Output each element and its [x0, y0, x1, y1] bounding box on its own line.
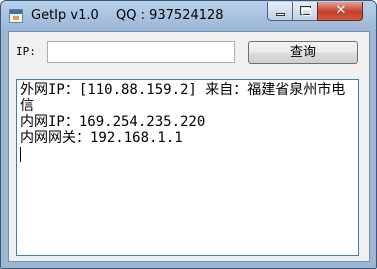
query-button[interactable]: 查询: [248, 41, 358, 64]
maximize-icon: [300, 6, 311, 16]
window-title-qq: QQ : 937524128: [116, 8, 224, 23]
result-line-external-ip: 外网IP：[110.88.159.2] 来自：福建省泉州市电信: [20, 82, 346, 114]
ip-input[interactable]: [47, 41, 235, 63]
result-textarea[interactable]: 外网IP：[110.88.159.2] 来自：福建省泉州市电信 内网IP：169…: [16, 79, 359, 256]
window-title: GetIp v1.0: [31, 8, 99, 23]
app-window-icon: [9, 9, 23, 23]
maximize-button[interactable]: [292, 2, 318, 21]
text-caret: [20, 147, 21, 162]
result-line-gateway: 内网网关：192.168.1.1: [20, 130, 183, 146]
result-line-internal-ip: 内网IP：169.254.235.220: [20, 114, 206, 130]
close-icon: ✕: [335, 3, 347, 18]
minimize-button[interactable]: [267, 2, 293, 21]
minimize-icon: [276, 13, 285, 16]
client-area: IP: 查询 外网IP：[110.88.159.2] 来自：福建省泉州市电信 内…: [8, 31, 370, 262]
close-button[interactable]: ✕: [317, 2, 363, 21]
caption-buttons: ✕: [267, 2, 372, 22]
title-bar[interactable]: GetIp v1.0 QQ : 937524128 ✕: [1, 1, 376, 31]
ip-label: IP:: [16, 45, 36, 58]
app-window: GetIp v1.0 QQ : 937524128 ✕ IP: 查询 外网IP：…: [0, 0, 377, 269]
